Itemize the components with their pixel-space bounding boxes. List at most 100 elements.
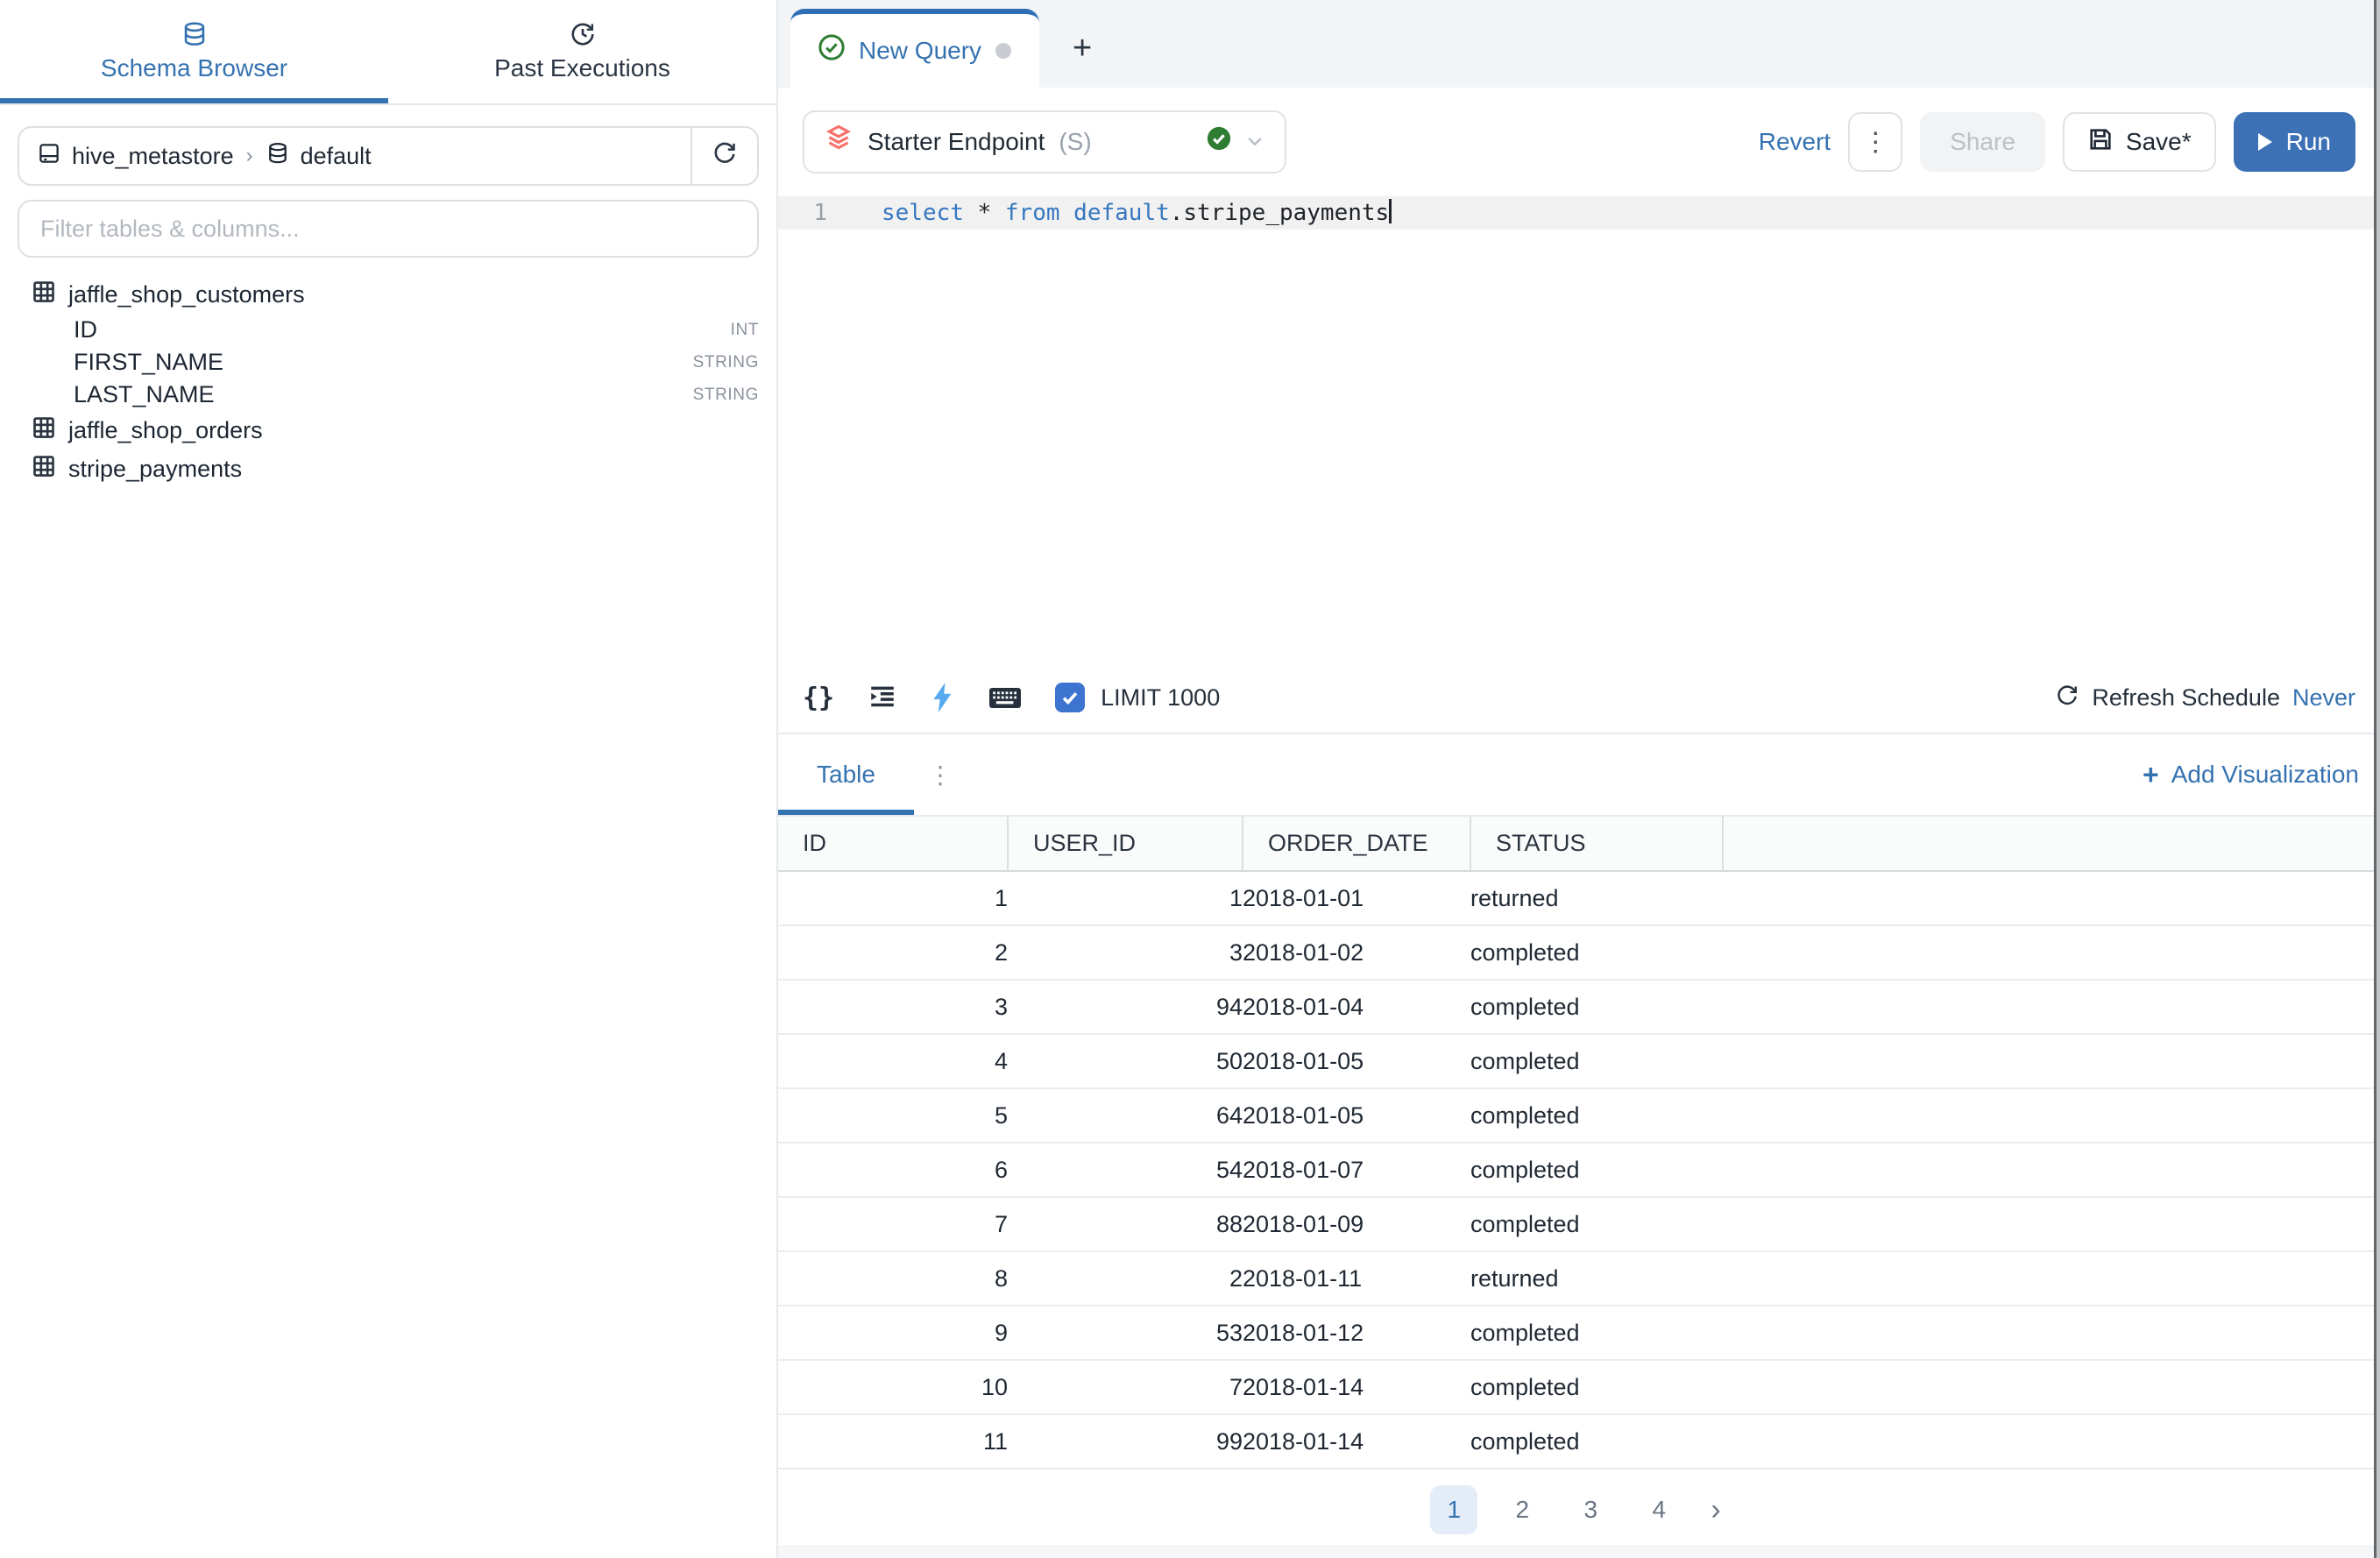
page-button-1[interactable]: 1 — [1430, 1485, 1477, 1534]
tree-column-first-name[interactable]: FIRST_NAME STRING — [32, 346, 762, 379]
page-button-4[interactable]: 4 — [1635, 1485, 1682, 1534]
table-name: jaffle_shop_orders — [68, 417, 263, 444]
history-clock-icon — [570, 21, 596, 47]
cell-order-date: 2018-01-02 — [1243, 925, 1470, 980]
column-name: LAST_NAME — [74, 381, 693, 408]
save-button[interactable]: Save* — [2063, 112, 2216, 172]
limit-toggle[interactable]: LIMIT 1000 — [1055, 683, 1220, 712]
next-page-button[interactable]: › — [1704, 1493, 1727, 1527]
limit-checkbox[interactable] — [1055, 683, 1085, 712]
tree-item-stripe-payments[interactable]: stripe_payments — [32, 450, 762, 488]
unsaved-changes-dot — [995, 43, 1011, 59]
catalog-icon — [37, 141, 61, 172]
warehouse-stack-icon — [824, 124, 854, 160]
tab-table-visualization[interactable]: Table — [778, 734, 914, 815]
cell-order-date: 2018-01-04 — [1243, 980, 1470, 1034]
keyboard-icon[interactable] — [988, 684, 1022, 711]
breadcrumb-schema[interactable]: default — [301, 143, 372, 170]
filter-input[interactable] — [18, 200, 759, 258]
cell-user-id: 1 — [1008, 871, 1243, 925]
format-query-icon[interactable]: {} — [803, 683, 834, 713]
column-header-user-id[interactable]: USER_ID — [1008, 817, 1243, 871]
tab-schema-browser-label: Schema Browser — [101, 54, 287, 82]
tree-item-jaffle-shop-orders[interactable]: jaffle_shop_orders — [32, 411, 762, 450]
endpoint-selector[interactable]: Starter Endpoint (S) — [803, 110, 1286, 174]
cell-id: 6 — [778, 1143, 1008, 1197]
cell-id: 4 — [778, 1034, 1008, 1088]
column-header-order-date[interactable]: ORDER_DATE — [1243, 817, 1470, 871]
table-grid-icon — [32, 454, 56, 485]
tree-column-last-name[interactable]: LAST_NAME STRING — [32, 379, 762, 411]
table-row: 1072018-01-14completed — [778, 1360, 2380, 1414]
results-footer-strip — [778, 1545, 2380, 1558]
refresh-schedule-value[interactable]: Never — [2292, 684, 2355, 712]
refresh-schema-button[interactable] — [691, 128, 757, 184]
cell-id: 9 — [778, 1306, 1008, 1360]
cell-user-id: 53 — [1008, 1306, 1243, 1360]
cell-status: returned — [1470, 871, 1723, 925]
sql-editor[interactable]: 1 select * from default.stripe_payments — [778, 196, 2380, 662]
tab-new-query[interactable]: New Query — [790, 9, 1039, 88]
revert-button[interactable]: Revert — [1759, 128, 1831, 156]
save-button-label: Save* — [2126, 128, 2192, 156]
run-button-label: Run — [2286, 128, 2331, 156]
cell-order-date: 2018-01-07 — [1243, 1143, 1470, 1197]
cell-user-id: 7 — [1008, 1360, 1243, 1414]
cell-user-id: 3 — [1008, 925, 1243, 980]
table-row: 9532018-01-12completed — [778, 1306, 2380, 1360]
add-visualization-button[interactable]: + Add Visualization — [2143, 734, 2359, 815]
cell-id: 7 — [778, 1197, 1008, 1251]
cell-order-date: 2018-01-05 — [1243, 1088, 1470, 1143]
cell-id: 2 — [778, 925, 1008, 980]
query-tabbar: New Query + — [778, 0, 2380, 88]
sidebar-tabs: Schema Browser Past Executions — [0, 0, 776, 105]
filter-box — [18, 200, 759, 258]
add-tab-button[interactable]: + — [1039, 9, 1125, 88]
cell-user-id: 88 — [1008, 1197, 1243, 1251]
sql-code: select * from default.stripe_payments — [848, 196, 1392, 230]
cell-user-id: 64 — [1008, 1088, 1243, 1143]
column-type: STRING — [693, 386, 762, 405]
column-header-id[interactable]: ID — [778, 817, 1008, 871]
cell-id: 8 — [778, 1251, 1008, 1306]
cell-id: 5 — [778, 1088, 1008, 1143]
share-button[interactable]: Share — [1920, 112, 2045, 172]
cell-id: 1 — [778, 871, 1008, 925]
tab-past-executions[interactable]: Past Executions — [388, 0, 776, 103]
cell-order-date: 2018-01-14 — [1243, 1414, 1470, 1469]
cell-status: completed — [1470, 1306, 1723, 1360]
editor-line-1: 1 select * from default.stripe_payments — [778, 196, 2380, 230]
cell-id: 3 — [778, 980, 1008, 1034]
tree-item-jaffle-shop-customers[interactable]: jaffle_shop_customers — [32, 275, 762, 314]
page-button-3[interactable]: 3 — [1567, 1485, 1614, 1534]
tab-schema-browser[interactable]: Schema Browser — [0, 0, 388, 103]
page-button-2[interactable]: 2 — [1498, 1485, 1546, 1534]
table-row: 7882018-01-09completed — [778, 1197, 2380, 1251]
cell-status: returned — [1470, 1251, 1723, 1306]
run-button[interactable]: Run — [2234, 112, 2355, 172]
editor-toolbar: {} — [778, 662, 2380, 734]
schema-sidebar: Schema Browser Past Executions — [0, 0, 778, 1558]
plus-icon: + — [2143, 761, 2159, 789]
column-type: STRING — [693, 353, 762, 372]
visualization-menu-button[interactable]: ⋮ — [914, 734, 967, 815]
cell-status: completed — [1470, 1034, 1723, 1088]
save-floppy-icon — [2087, 126, 2114, 159]
lightning-icon[interactable] — [931, 683, 955, 712]
cell-order-date: 2018-01-11 — [1243, 1251, 1470, 1306]
table-row: 6542018-01-07completed — [778, 1143, 2380, 1197]
table-row: 3942018-01-04completed — [778, 980, 2380, 1034]
column-header-status[interactable]: STATUS — [1470, 817, 1723, 871]
cell-status: completed — [1470, 1414, 1723, 1469]
breadcrumb-catalog[interactable]: hive_metastore — [72, 143, 234, 170]
tree-column-id[interactable]: ID INT — [32, 314, 762, 346]
table-row: 112018-01-01returned — [778, 871, 2380, 925]
cell-status: completed — [1470, 1088, 1723, 1143]
breadcrumb[interactable]: hive_metastore › default — [19, 128, 691, 184]
query-saved-check-icon — [818, 34, 845, 67]
indent-icon[interactable] — [868, 683, 897, 712]
table-grid-icon — [32, 280, 56, 310]
cell-user-id: 54 — [1008, 1143, 1243, 1197]
cell-user-id: 94 — [1008, 980, 1243, 1034]
query-menu-button[interactable]: ⋮ — [1848, 112, 1902, 172]
